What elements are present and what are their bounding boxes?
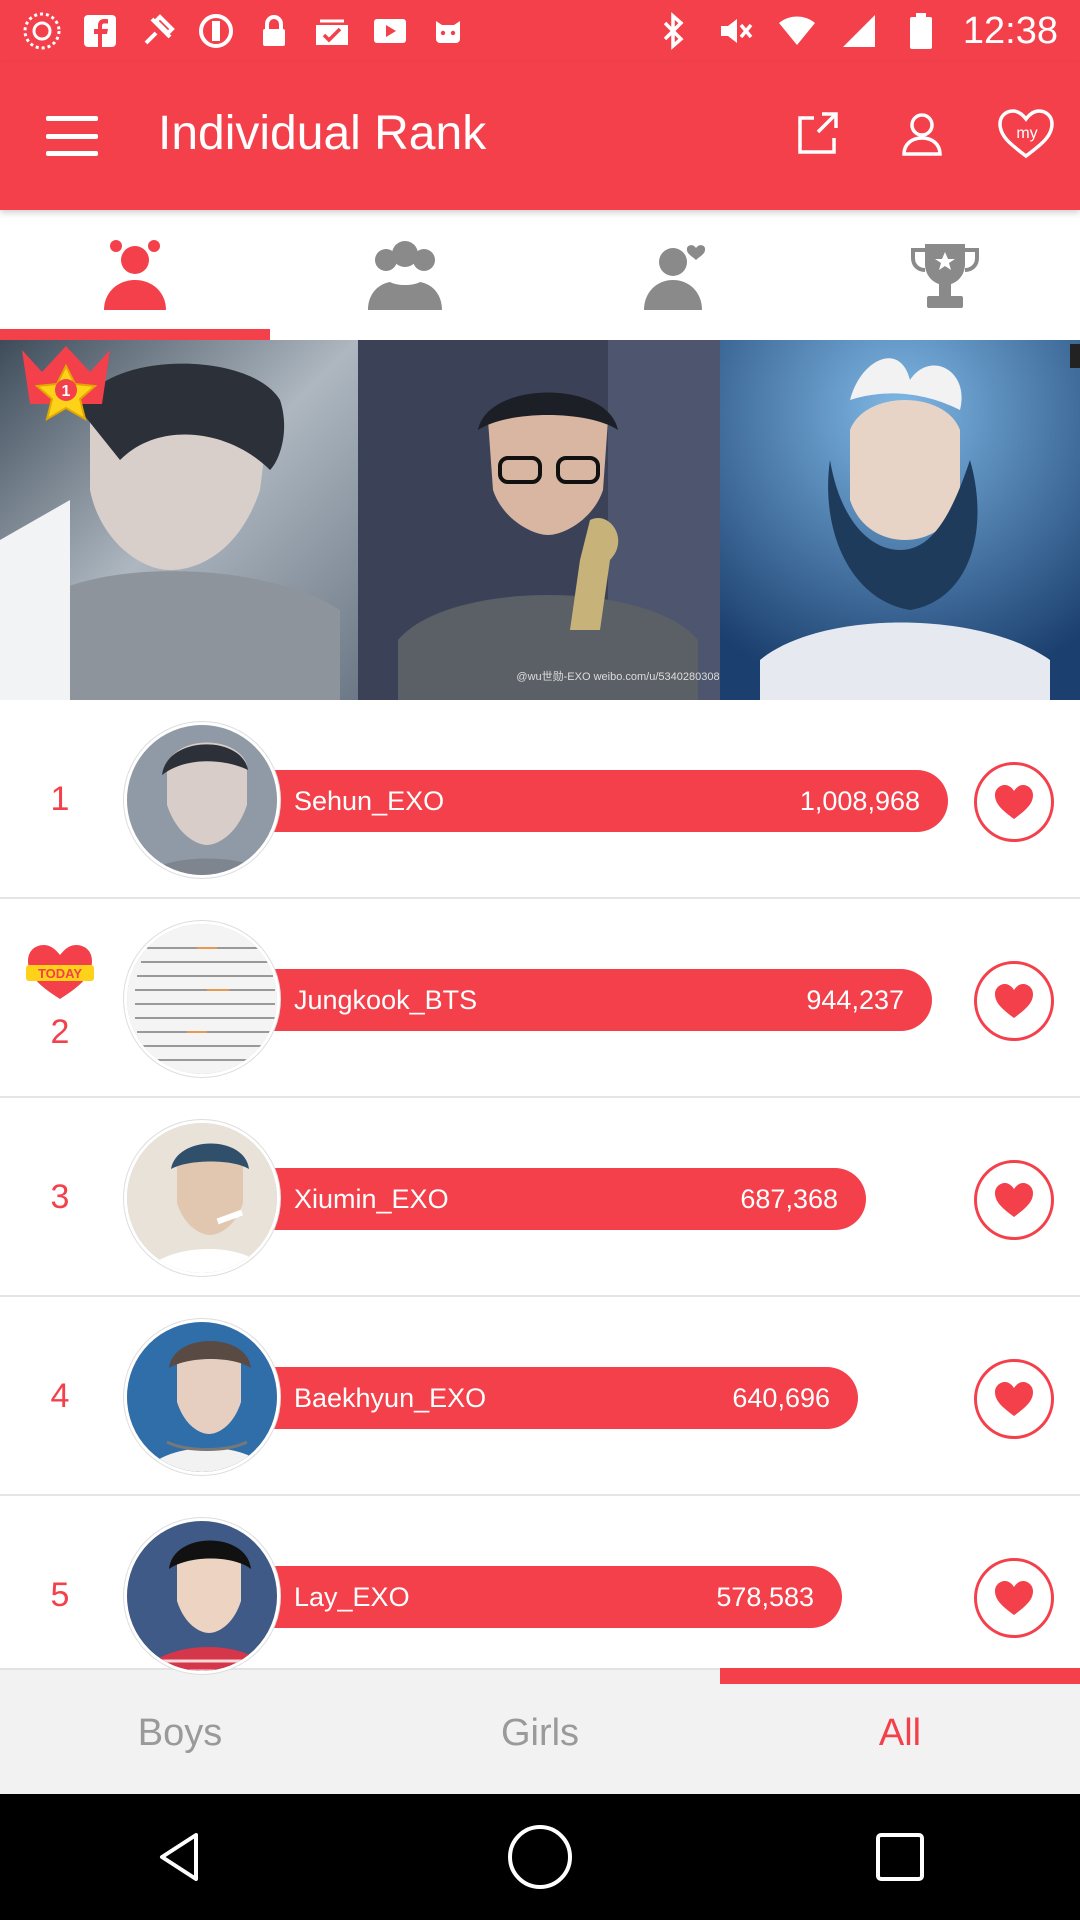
vote-heart-button[interactable]	[974, 1160, 1054, 1240]
rank-number: 4	[50, 1377, 70, 1415]
vote-count: 687,368	[740, 1183, 838, 1214]
gender-filter-tabs: Boys Girls All	[0, 1668, 1080, 1794]
tab-couple[interactable]	[540, 210, 810, 340]
recents-icon[interactable]	[845, 1802, 955, 1912]
battery-icon	[901, 11, 941, 51]
status-bar: 12:38	[0, 0, 1080, 62]
rank-row[interactable]: TODAY 2 Jungkook_BTS 944,237	[0, 899, 1080, 1098]
play-icon	[370, 11, 410, 51]
heart-icon	[995, 785, 1033, 819]
couple-icon	[644, 245, 706, 310]
vote-heart-button[interactable]	[974, 1558, 1054, 1638]
home-icon[interactable]	[485, 1802, 595, 1912]
vote-count: 944,237	[806, 984, 904, 1015]
top-photo-banner: 1 @wu世勋-EXO weibo.com/u/5340280308	[0, 340, 1080, 700]
my-badge-text: my	[1016, 125, 1037, 142]
page-title: Individual Rank	[158, 107, 487, 160]
rank-number: 5	[50, 1576, 70, 1614]
tab-boys[interactable]: Boys	[0, 1670, 360, 1796]
game-icon	[428, 11, 468, 51]
rank-number: 1	[50, 780, 70, 818]
rank-bar[interactable]: Xiumin_EXO 687,368	[262, 1168, 866, 1230]
artist-name: Jungkook_BTS	[294, 984, 478, 1015]
avatar[interactable]	[124, 1120, 280, 1276]
vote-count: 578,583	[716, 1581, 814, 1612]
individual-icon	[104, 240, 166, 310]
ranking-list: 1 Sehun_EXO 1,008,968 TODAY 2 Jungkook_B…	[0, 700, 1080, 1674]
vote-heart-button[interactable]	[974, 961, 1054, 1041]
tab-trophy[interactable]	[810, 210, 1080, 340]
banner-watermark: @wu世勋-EXO weibo.com/u/5340280308	[516, 669, 719, 683]
artist-name: Xiumin_EXO	[294, 1183, 449, 1214]
today-heart-badge: TODAY	[22, 941, 98, 1003]
rank-bar[interactable]: Baekhyun_EXO 640,696	[262, 1367, 858, 1429]
menu-icon[interactable]	[42, 108, 102, 164]
heart-icon	[995, 984, 1033, 1018]
artist-name: Baekhyun_EXO	[294, 1382, 487, 1413]
avatar[interactable]	[124, 1319, 280, 1475]
tab-group[interactable]	[270, 210, 540, 340]
banner-photo-1[interactable]: 1	[0, 340, 358, 700]
rank-row[interactable]: 3 Xiumin_EXO 687,368	[0, 1098, 1080, 1297]
today-label: TODAY	[38, 966, 82, 981]
rank-row[interactable]: 4 Baekhyun_EXO 640,696	[0, 1297, 1080, 1496]
tab-individual[interactable]	[0, 210, 270, 340]
rank-bar[interactable]: Jungkook_BTS 944,237	[262, 969, 932, 1031]
bluetooth-icon	[653, 11, 693, 51]
facebook-icon	[80, 11, 120, 51]
back-icon[interactable]	[125, 1802, 235, 1912]
fake-gps-icon	[138, 11, 178, 51]
banner-photo-3[interactable]	[720, 340, 1080, 700]
status-icons-right: 12:38	[653, 8, 1058, 54]
clock: 12:38	[962, 9, 1058, 52]
heart-icon	[995, 1183, 1033, 1217]
profile-icon[interactable]	[890, 102, 954, 166]
vote-heart-button[interactable]	[974, 762, 1054, 842]
checklist-icon	[312, 11, 352, 51]
artist-name: Lay_EXO	[294, 1581, 410, 1612]
avatar[interactable]	[124, 722, 280, 878]
rank-bar[interactable]: Sehun_EXO 1,008,968	[262, 770, 948, 832]
tab-girls[interactable]: Girls	[360, 1670, 720, 1796]
category-tabs	[0, 210, 1080, 340]
lock-icon	[254, 11, 294, 51]
share-icon[interactable]	[786, 102, 850, 166]
tab-all[interactable]: All	[720, 1668, 1080, 1796]
group-icon	[368, 241, 442, 310]
artist-name: Sehun_EXO	[294, 785, 445, 816]
avatar[interactable]	[124, 921, 280, 1077]
system-nav-bar	[0, 1794, 1080, 1920]
mute-icon	[715, 11, 755, 51]
trophy-icon	[911, 244, 979, 308]
rank-1-crown-badge: 1	[16, 344, 116, 430]
heart-icon	[995, 1581, 1033, 1615]
vote-heart-button[interactable]	[974, 1359, 1054, 1439]
rank-number: 2	[50, 1013, 70, 1051]
heart-icon	[995, 1382, 1033, 1416]
vote-count: 1,008,968	[799, 785, 920, 816]
rank-bar[interactable]: Lay_EXO 578,583	[262, 1566, 842, 1628]
wifi-icon	[777, 11, 817, 51]
status-icons-left	[22, 10, 468, 52]
banner-photo-2[interactable]: @wu世勋-EXO weibo.com/u/5340280308	[358, 340, 720, 700]
aperture-icon	[22, 11, 62, 51]
my-heart-icon[interactable]: my	[994, 102, 1058, 166]
rank-row[interactable]: 5 Lay_EXO 578,583	[0, 1496, 1080, 1674]
blocked-icon	[196, 11, 236, 51]
rank-number: 3	[50, 1178, 70, 1216]
rank-row[interactable]: 1 Sehun_EXO 1,008,968	[0, 700, 1080, 899]
app-bar: Individual Rank my	[0, 62, 1080, 210]
avatar[interactable]	[124, 1518, 280, 1674]
signal-icon	[839, 11, 879, 51]
vote-count: 640,696	[732, 1382, 830, 1413]
crown-rank-text: 1	[62, 383, 71, 400]
